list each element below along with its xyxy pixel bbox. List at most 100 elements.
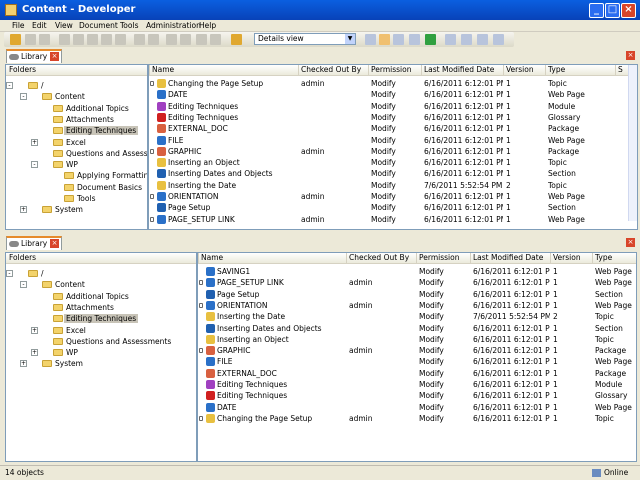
toolbar-button-2[interactable] [39,34,50,45]
column-header[interactable]: Last Modified Date [470,253,543,264]
tab-library[interactable]: Library × [6,236,62,250]
list-row[interactable]: Inserting an Object Modify 6/16/2011 6:12:… [149,157,637,168]
menu-view[interactable]: View [55,21,73,30]
vertical-scrollbar[interactable] [628,65,637,221]
toolbar-button-5[interactable] [87,34,98,45]
tree-item[interactable]: Questions and Assessments [53,148,147,159]
list-row[interactable]: Inserting the Date Modify 7/6/2011 5:52:54… [149,180,637,191]
expand-toggle[interactable]: + [20,360,27,368]
tree-item[interactable]: Excel [53,137,88,148]
list-row[interactable]: FILE Modify 6/16/2011 6:12:01 PM 1 Web Page [198,356,636,367]
expand-toggle[interactable]: - [6,82,13,89]
list-row[interactable]: Page Setup Modify 6/16/2011 6:12:01 PM 1 Sec… [198,289,636,300]
toolbar-button-1[interactable] [25,34,36,45]
list-row[interactable]: DATE Modify 6/16/2011 6:12:01 PM 1 Web Page [198,402,636,413]
toolbar-button-12[interactable] [196,34,207,45]
tree-item[interactable]: Attachments [53,114,116,125]
chevron-down-icon[interactable]: ▼ [345,34,355,44]
expand-toggle[interactable]: - [20,281,27,289]
column-header[interactable]: Type [545,65,565,76]
tree-item[interactable]: Additional Topics [53,291,131,302]
toolbar-view-button-7[interactable] [477,34,488,45]
list-row[interactable]: ORIENTATION admin Modify 6/16/2011 6:12:01 … [149,191,637,202]
list-row[interactable]: Editing Techniques Modify 6/16/2011 6:12:0… [149,112,637,123]
toolbar-button-0[interactable] [10,34,21,45]
expand-toggle[interactable]: - [31,161,38,169]
toolbar-button-3[interactable] [59,34,70,45]
expand-toggle[interactable]: + [31,349,38,357]
list-row[interactable]: Editing Techniques Modify 6/16/2011 6:12:0… [149,101,637,112]
list-row[interactable]: Changing the Page Setup admin Modify 6/16/2… [149,78,637,89]
list-row[interactable]: EXTERNAL_DOC Modify 6/16/2011 6:12:01 PM 1 P… [149,123,637,134]
tree-item[interactable]: Applying Formatting [64,170,147,181]
close-tab-icon[interactable]: × [50,52,59,61]
list-row[interactable]: Inserting Dates and Objects Modify 6/16/20… [198,323,636,334]
tree-item[interactable]: Additional Topics [53,103,131,114]
list-row[interactable]: Inserting Dates and Objects Modify 6/16/20… [149,168,637,179]
toolbar-view-button-6[interactable] [461,34,472,45]
maximize-button[interactable]: □ [605,3,620,18]
column-header[interactable]: Last Modified Date [421,65,494,76]
expand-toggle[interactable]: - [20,93,27,101]
column-header[interactable]: S [615,65,623,76]
tree-item[interactable]: / [28,268,46,279]
list-row[interactable]: PAGE_SETUP LINK admin Modify 6/16/2011 6:12… [149,214,637,225]
column-header[interactable]: Name [198,253,223,264]
toolbar-button-11[interactable] [180,34,191,45]
expand-toggle[interactable]: - [6,270,13,277]
tree-item[interactable]: Content [42,279,87,290]
list-row[interactable]: SAVING1 Modify 6/16/2011 6:12:01 PM 1 Web Pa… [198,266,636,277]
toolbar-view-button-8[interactable] [493,34,504,45]
column-header[interactable]: Name [149,65,174,76]
list-row[interactable]: FILE Modify 6/16/2011 6:12:01 PM 1 Web Page [149,135,637,146]
list-row[interactable]: ORIENTATION admin Modify 6/16/2011 6:12:01 … [198,300,636,311]
toolbar-button-6[interactable] [101,34,112,45]
list-row[interactable]: Inserting an Object Modify 6/16/2011 6:12:… [198,334,636,345]
menu-administration[interactable]: Administration [146,21,201,30]
toolbar-view-button-4[interactable] [425,34,436,45]
toolbar-button-13[interactable] [210,34,221,45]
toolbar-button-7[interactable] [115,34,126,45]
tree-item[interactable]: Excel [53,325,88,336]
column-header[interactable]: Permission [368,65,411,76]
expand-toggle[interactable]: + [31,138,38,146]
column-header[interactable]: Checked Out By [346,253,409,264]
toolbar-button-14[interactable] [231,34,242,45]
tree-item[interactable]: Document Basics [64,182,144,193]
minimize-button[interactable]: _ [589,3,604,18]
expand-toggle[interactable]: + [31,326,38,334]
toolbar-view-button-5[interactable] [445,34,456,45]
toolbar-button-10[interactable] [166,34,177,45]
column-header[interactable]: Permission [416,253,459,264]
expand-toggle[interactable]: + [20,206,27,214]
list-row[interactable]: EXTERNAL_DOC Modify 6/16/2011 6:12:01 PM 1 P… [198,368,636,379]
menu-edit[interactable]: Edit [32,21,47,30]
list-row[interactable]: Page Setup Modify 6/16/2011 6:12:01 PM 1 Sec… [149,202,637,213]
toolbar-view-button-3[interactable] [409,34,420,45]
column-header[interactable]: Type [592,253,612,264]
tree-item[interactable]: Editing Techniques [53,313,139,324]
list-row[interactable]: GRAPHIC admin Modify 6/16/2011 6:12:01 PM 1 P… [149,146,637,157]
tree-item[interactable]: WP [53,347,80,358]
column-header[interactable]: Checked Out By [298,65,361,76]
list-row[interactable]: GRAPHIC admin Modify 6/16/2011 6:12:01 PM 1 P… [198,345,636,356]
toolbar-view-button-1[interactable] [379,34,390,45]
tree-item[interactable]: System [42,204,85,215]
tree-item[interactable]: System [42,358,85,369]
tree-item[interactable]: Questions and Assessments [53,336,173,347]
toolbar-view-button-0[interactable] [365,34,376,45]
menu-tools[interactable]: Tools [120,21,138,30]
close-tab-icon[interactable]: × [50,239,59,248]
close-panel-icon[interactable]: × [626,51,635,60]
close-panel-icon[interactable]: × [626,238,635,247]
toolbar-button-9[interactable] [148,34,159,45]
menu-document[interactable]: Document [79,21,118,30]
tree-item[interactable]: / [28,80,46,91]
tree-item[interactable]: Tools [64,193,97,204]
toolbar-button-4[interactable] [73,34,84,45]
column-header[interactable]: Version [503,65,534,76]
list-row[interactable]: PAGE_SETUP LINK admin Modify 6/16/2011 6:12… [198,277,636,288]
list-row[interactable]: Changing the Page Setup admin Modify 6/16/2… [198,413,636,424]
close-button[interactable]: × [621,3,636,18]
list-row[interactable]: Editing Techniques Modify 6/16/2011 6:12:0… [198,379,636,390]
